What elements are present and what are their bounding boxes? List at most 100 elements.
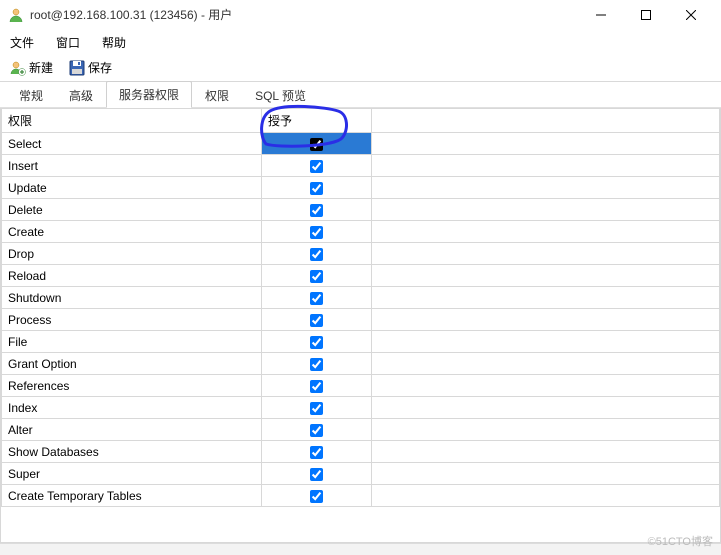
save-icon bbox=[69, 60, 85, 76]
table-row[interactable]: Insert bbox=[2, 155, 720, 177]
row-spacer bbox=[372, 419, 720, 441]
perm-name: Alter bbox=[2, 419, 262, 441]
perm-grant-cell[interactable] bbox=[262, 265, 372, 287]
header-spacer bbox=[372, 109, 720, 133]
table-row[interactable]: Create Temporary Tables bbox=[2, 485, 720, 507]
table-row[interactable]: Select bbox=[2, 133, 720, 155]
tab-1[interactable]: 高级 bbox=[56, 82, 106, 108]
row-spacer bbox=[372, 199, 720, 221]
table-row[interactable]: Alter bbox=[2, 419, 720, 441]
perm-name: Insert bbox=[2, 155, 262, 177]
table-row[interactable]: Index bbox=[2, 397, 720, 419]
grant-checkbox[interactable] bbox=[310, 336, 323, 349]
table-row[interactable]: Process bbox=[2, 309, 720, 331]
row-spacer bbox=[372, 287, 720, 309]
table-row[interactable]: Super bbox=[2, 463, 720, 485]
grant-checkbox[interactable] bbox=[310, 292, 323, 305]
perm-name: Index bbox=[2, 397, 262, 419]
row-spacer bbox=[372, 441, 720, 463]
grant-checkbox[interactable] bbox=[310, 248, 323, 261]
minimize-button[interactable] bbox=[578, 0, 623, 30]
app-user-icon bbox=[8, 7, 24, 23]
grant-checkbox[interactable] bbox=[310, 468, 323, 481]
grant-checkbox[interactable] bbox=[310, 358, 323, 371]
perm-name: Create Temporary Tables bbox=[2, 485, 262, 507]
perm-name: Update bbox=[2, 177, 262, 199]
perm-name: Reload bbox=[2, 265, 262, 287]
grant-checkbox[interactable] bbox=[310, 314, 323, 327]
save-button[interactable]: 保存 bbox=[65, 57, 116, 78]
perm-grant-cell[interactable] bbox=[262, 199, 372, 221]
perm-name: File bbox=[2, 331, 262, 353]
perm-name: References bbox=[2, 375, 262, 397]
menu-window[interactable]: 窗口 bbox=[52, 32, 84, 53]
table-row[interactable]: Drop bbox=[2, 243, 720, 265]
perm-grant-cell[interactable] bbox=[262, 375, 372, 397]
row-spacer bbox=[372, 243, 720, 265]
row-spacer bbox=[372, 463, 720, 485]
row-spacer bbox=[372, 265, 720, 287]
perm-grant-cell[interactable] bbox=[262, 133, 372, 155]
content-area: 权限 授予 SelectInsertUpdateDeleteCreateDrop… bbox=[0, 108, 721, 543]
perm-name: Drop bbox=[2, 243, 262, 265]
table-row[interactable]: Reload bbox=[2, 265, 720, 287]
tab-3[interactable]: 权限 bbox=[192, 82, 242, 108]
perm-grant-cell[interactable] bbox=[262, 463, 372, 485]
row-spacer bbox=[372, 485, 720, 507]
header-permission[interactable]: 权限 bbox=[2, 109, 262, 133]
table-row[interactable]: Create bbox=[2, 221, 720, 243]
menu-file[interactable]: 文件 bbox=[6, 32, 38, 53]
perm-grant-cell[interactable] bbox=[262, 353, 372, 375]
save-label: 保存 bbox=[88, 59, 112, 76]
grant-checkbox[interactable] bbox=[310, 138, 323, 151]
perm-grant-cell[interactable] bbox=[262, 397, 372, 419]
grant-checkbox[interactable] bbox=[310, 270, 323, 283]
grant-checkbox[interactable] bbox=[310, 490, 323, 503]
perm-grant-cell[interactable] bbox=[262, 331, 372, 353]
perm-grant-cell[interactable] bbox=[262, 177, 372, 199]
permissions-table-wrap[interactable]: 权限 授予 SelectInsertUpdateDeleteCreateDrop… bbox=[0, 108, 721, 543]
window-title: root@192.168.100.31 (123456) - 用户 bbox=[30, 6, 578, 23]
perm-name: Process bbox=[2, 309, 262, 331]
table-row[interactable]: Grant Option bbox=[2, 353, 720, 375]
grant-checkbox[interactable] bbox=[310, 402, 323, 415]
grant-checkbox[interactable] bbox=[310, 182, 323, 195]
header-grant[interactable]: 授予 bbox=[262, 109, 372, 133]
maximize-button[interactable] bbox=[623, 0, 668, 30]
perm-grant-cell[interactable] bbox=[262, 485, 372, 507]
grant-checkbox[interactable] bbox=[310, 160, 323, 173]
perm-grant-cell[interactable] bbox=[262, 309, 372, 331]
grant-checkbox[interactable] bbox=[310, 380, 323, 393]
grant-checkbox[interactable] bbox=[310, 446, 323, 459]
perm-grant-cell[interactable] bbox=[262, 155, 372, 177]
grant-checkbox[interactable] bbox=[310, 226, 323, 239]
new-label: 新建 bbox=[29, 59, 53, 76]
titlebar: root@192.168.100.31 (123456) - 用户 bbox=[0, 0, 721, 30]
tabs: 常规高级服务器权限权限SQL 预览 bbox=[0, 82, 721, 108]
table-row[interactable]: Shutdown bbox=[2, 287, 720, 309]
perm-grant-cell[interactable] bbox=[262, 287, 372, 309]
close-button[interactable] bbox=[668, 0, 713, 30]
table-row[interactable]: Show Databases bbox=[2, 441, 720, 463]
tab-2[interactable]: 服务器权限 bbox=[106, 81, 192, 108]
perm-grant-cell[interactable] bbox=[262, 243, 372, 265]
grant-checkbox[interactable] bbox=[310, 424, 323, 437]
row-spacer bbox=[372, 221, 720, 243]
table-row[interactable]: References bbox=[2, 375, 720, 397]
perm-grant-cell[interactable] bbox=[262, 221, 372, 243]
perm-grant-cell[interactable] bbox=[262, 419, 372, 441]
row-spacer bbox=[372, 375, 720, 397]
table-row[interactable]: File bbox=[2, 331, 720, 353]
perm-name: Show Databases bbox=[2, 441, 262, 463]
permissions-table: 权限 授予 SelectInsertUpdateDeleteCreateDrop… bbox=[1, 108, 720, 507]
table-row[interactable]: Delete bbox=[2, 199, 720, 221]
menu-help[interactable]: 帮助 bbox=[98, 32, 130, 53]
tab-4[interactable]: SQL 预览 bbox=[242, 82, 319, 108]
new-button[interactable]: 新建 bbox=[6, 57, 57, 78]
bottom-bar bbox=[0, 543, 721, 555]
perm-grant-cell[interactable] bbox=[262, 441, 372, 463]
tab-0[interactable]: 常规 bbox=[6, 82, 56, 108]
perm-name: Super bbox=[2, 463, 262, 485]
grant-checkbox[interactable] bbox=[310, 204, 323, 217]
table-row[interactable]: Update bbox=[2, 177, 720, 199]
